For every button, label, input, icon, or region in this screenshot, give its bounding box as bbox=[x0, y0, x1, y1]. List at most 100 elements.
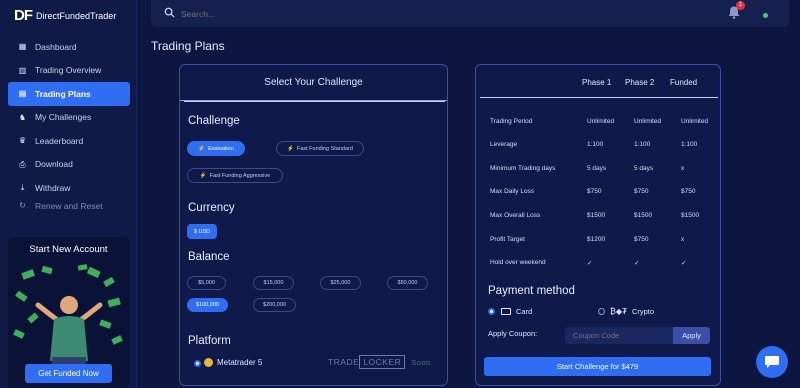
sidebar-item-trading-plans[interactable]: ▤ Trading Plans bbox=[8, 82, 130, 106]
payment-radio-card[interactable] bbox=[488, 308, 495, 315]
row-value: Unlimited bbox=[681, 118, 709, 125]
row-value: $750 bbox=[681, 188, 696, 195]
credit-card-icon bbox=[501, 308, 511, 315]
challenge-option-fast-funding-aggressive[interactable]: ⚡ Fast Funding Aggressive bbox=[187, 168, 283, 183]
platform-label: Platform bbox=[188, 335, 231, 347]
balance-option[interactable]: $200,000 bbox=[253, 298, 296, 312]
balance-label: Balance bbox=[188, 251, 230, 263]
table-row: Leverage 1:100 1:100 1:100 bbox=[476, 141, 720, 164]
tradelocker-text-b: LOCKER bbox=[359, 355, 406, 369]
sidebar-item-renew-reset[interactable]: ↻ Renew and Reset bbox=[8, 200, 130, 212]
payment-option-label: Crypto bbox=[631, 307, 655, 316]
row-label: Leverage bbox=[490, 141, 518, 148]
check-icon: ✓ bbox=[681, 260, 687, 267]
withdraw-icon: ⤓ bbox=[20, 183, 25, 193]
row-value: $750 bbox=[634, 188, 649, 195]
row-label: Max Overall Loss bbox=[490, 212, 541, 219]
table-row: Max Daily Loss $750 $750 $750 bbox=[476, 188, 720, 211]
currency-label: Currency bbox=[188, 202, 235, 214]
metatrader-icon bbox=[204, 358, 213, 367]
balance-option[interactable]: $5,000 bbox=[187, 276, 226, 290]
row-value: $1500 bbox=[681, 212, 700, 219]
sidebar: DF DirectFundedTrader ▦ Dashboard ▥ Trad… bbox=[0, 0, 137, 388]
coupon-code-input[interactable] bbox=[565, 327, 673, 344]
row-value: $1500 bbox=[587, 212, 606, 219]
sidebar-item-label: Withdraw bbox=[35, 182, 71, 193]
chat-icon bbox=[765, 356, 779, 368]
sidebar-item-leaderboard[interactable]: ♛ Leaderboard bbox=[8, 129, 130, 153]
column-header-funded: Funded bbox=[670, 78, 698, 87]
start-challenge-button[interactable]: Start Challenge for $479 bbox=[484, 357, 711, 376]
row-label: Max Daily Loss bbox=[490, 188, 535, 195]
search-input[interactable] bbox=[181, 5, 481, 22]
row-value: 1:100 bbox=[634, 141, 651, 148]
row-value: Unlimited bbox=[634, 118, 662, 125]
tradelocker-logo: TRADE LOCKER bbox=[328, 355, 406, 369]
payment-radio-crypto[interactable] bbox=[598, 308, 605, 315]
sidebar-item-my-challenges[interactable]: ♞ My Challenges bbox=[8, 106, 130, 130]
header-divider bbox=[184, 101, 445, 102]
payment-option-card[interactable]: Card bbox=[501, 307, 532, 316]
download-icon: ⎙ bbox=[19, 159, 26, 169]
bolt-icon: ⚡ bbox=[198, 145, 206, 152]
row-value: 5 days bbox=[587, 165, 607, 172]
sidebar-item-label: Trading Plans bbox=[35, 88, 91, 99]
sidebar-nav: ▦ Dashboard ▥ Trading Overview ▤ Trading… bbox=[8, 35, 130, 212]
row-value: $750 bbox=[587, 188, 602, 195]
bolt-icon: ⚡ bbox=[199, 172, 207, 179]
table-row: Max Overall Loss $1500 $1500 $1500 bbox=[476, 212, 720, 235]
bolt-icon: ⚡ bbox=[287, 145, 294, 152]
coupon-label: Apply Coupon: bbox=[488, 329, 538, 338]
challenge-selector-panel: Select Your Challenge Challenge ⚡ Evaluat… bbox=[179, 64, 448, 386]
brand-logo[interactable]: DF DirectFundedTrader bbox=[14, 7, 116, 24]
row-label: Trading Period bbox=[490, 118, 533, 125]
sidebar-item-label: Renew and Reset bbox=[35, 200, 103, 211]
payment-option-crypto[interactable]: ₿◆₮ Crypto bbox=[610, 307, 654, 316]
sidebar-item-label: Download bbox=[35, 159, 73, 170]
sidebar-item-label: My Challenges bbox=[35, 112, 92, 123]
check-icon: ✓ bbox=[634, 260, 640, 267]
sidebar-item-label: Leaderboard bbox=[35, 135, 84, 146]
challenge-option-label: Evaluation bbox=[208, 145, 234, 152]
row-value: 1:100 bbox=[681, 141, 698, 148]
online-status-dot bbox=[763, 13, 768, 18]
page-title: Trading Plans bbox=[151, 39, 225, 53]
challenge-option-fast-funding-standard[interactable]: ⚡ Fast Funding Standard bbox=[276, 141, 364, 156]
challenge-option-label: Fast Funding Aggressive bbox=[209, 172, 271, 179]
row-label: Minimum Trading days bbox=[490, 165, 556, 172]
tradelocker-option: TRADE LOCKER Soon bbox=[328, 355, 431, 369]
get-funded-button[interactable]: Get Funded Now bbox=[25, 364, 112, 383]
row-label: Hold over weekend bbox=[490, 259, 546, 266]
row-value: x bbox=[681, 236, 685, 243]
cart-icon: ▤ bbox=[18, 89, 27, 99]
table-row: Trading Period Unlimited Unlimited Unlim… bbox=[476, 118, 720, 141]
notification-badge: 1 bbox=[736, 1, 745, 10]
dashboard-icon: ▦ bbox=[18, 42, 27, 52]
logo-text: DirectFundedTrader bbox=[36, 10, 117, 21]
currency-option-usd[interactable]: $ USD bbox=[187, 224, 217, 239]
sidebar-item-trading-overview[interactable]: ▥ Trading Overview bbox=[8, 59, 130, 83]
balance-option[interactable]: $25,000 bbox=[320, 276, 361, 290]
balance-option[interactable]: $50,000 bbox=[387, 276, 428, 290]
tradelocker-text-a: TRADE bbox=[328, 357, 360, 367]
check-icon: ✓ bbox=[587, 260, 593, 267]
challenge-option-evaluation[interactable]: ⚡ Evaluation bbox=[187, 141, 245, 156]
sidebar-item-download[interactable]: ⎙ Download bbox=[8, 153, 130, 177]
logo-mark: DF bbox=[14, 7, 33, 24]
crypto-coins-icon: ₿◆₮ bbox=[610, 307, 627, 316]
platform-option-mt5[interactable]: Metatrader 5 bbox=[204, 358, 262, 367]
column-header-phase-1: Phase 1 bbox=[582, 78, 612, 87]
platform-radio-mt5[interactable] bbox=[194, 360, 201, 367]
table-header-divider bbox=[480, 97, 718, 98]
challenge-panel-header: Select Your Challenge bbox=[180, 65, 447, 101]
apply-coupon-button[interactable]: Apply bbox=[673, 327, 710, 344]
balance-option[interactable]: $15,000 bbox=[253, 276, 294, 290]
challenge-option-label: Fast Funding Standard bbox=[296, 145, 353, 152]
sidebar-item-withdraw[interactable]: ⤓ Withdraw bbox=[8, 176, 130, 200]
table-row: Hold over weekend ✓ ✓ ✓ bbox=[476, 259, 720, 282]
chat-support-button[interactable] bbox=[756, 346, 788, 378]
challenge-label: Challenge bbox=[188, 115, 240, 127]
row-value: x bbox=[681, 165, 685, 172]
balance-option-selected[interactable]: $100,000 bbox=[187, 298, 228, 312]
sidebar-item-dashboard[interactable]: ▦ Dashboard bbox=[8, 35, 130, 59]
